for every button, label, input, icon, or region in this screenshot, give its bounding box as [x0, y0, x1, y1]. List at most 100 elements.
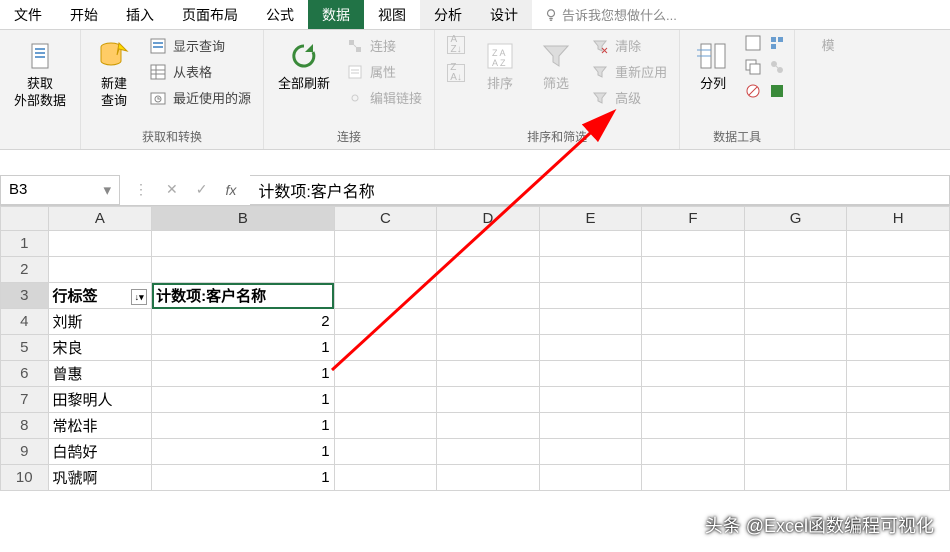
cancel-icon[interactable]: ✕: [166, 181, 178, 198]
tab-data[interactable]: 数据: [308, 0, 364, 29]
cell[interactable]: [744, 361, 847, 387]
cell[interactable]: [847, 439, 950, 465]
cell[interactable]: [334, 387, 437, 413]
cell[interactable]: [539, 231, 642, 257]
cell[interactable]: [437, 283, 540, 309]
cell[interactable]: [744, 387, 847, 413]
cell[interactable]: [334, 413, 437, 439]
row-header[interactable]: 2: [1, 257, 49, 283]
tab-layout[interactable]: 页面布局: [168, 0, 252, 29]
row-header[interactable]: 6: [1, 361, 49, 387]
edit-links-button[interactable]: 编辑链接: [342, 86, 426, 109]
tab-file[interactable]: 文件: [0, 0, 56, 29]
cell[interactable]: [334, 439, 437, 465]
row-header[interactable]: 3: [1, 283, 49, 309]
cell[interactable]: [539, 387, 642, 413]
cell[interactable]: 白鹄好: [48, 439, 152, 465]
fx-icon[interactable]: fx: [225, 182, 236, 198]
cell[interactable]: 计数项:客户名称: [152, 283, 334, 309]
cell[interactable]: 巩虢啊: [48, 465, 152, 491]
advanced-filter-button[interactable]: 高级: [587, 86, 671, 109]
cell[interactable]: [152, 231, 334, 257]
flash-fill-icon[interactable]: [744, 34, 762, 52]
col-header-D[interactable]: D: [437, 207, 540, 231]
connections-button[interactable]: 连接: [342, 34, 426, 57]
cell[interactable]: [334, 283, 437, 309]
cell[interactable]: [437, 387, 540, 413]
cell[interactable]: [539, 465, 642, 491]
sort-za-button[interactable]: ZA↓: [443, 62, 469, 84]
row-header[interactable]: 1: [1, 231, 49, 257]
col-header-G[interactable]: G: [744, 207, 847, 231]
cell[interactable]: [437, 413, 540, 439]
cell[interactable]: [744, 439, 847, 465]
relationships-icon[interactable]: [768, 58, 786, 76]
tab-view[interactable]: 视图: [364, 0, 420, 29]
cell[interactable]: [744, 231, 847, 257]
col-header-H[interactable]: H: [847, 207, 950, 231]
row-header[interactable]: 5: [1, 335, 49, 361]
row-header[interactable]: 4: [1, 309, 49, 335]
cell[interactable]: [642, 283, 744, 309]
row-header[interactable]: 9: [1, 439, 49, 465]
cell[interactable]: [152, 257, 334, 283]
cell[interactable]: 曾惠: [48, 361, 152, 387]
cell[interactable]: [48, 231, 152, 257]
cell[interactable]: [642, 439, 744, 465]
cell[interactable]: [744, 413, 847, 439]
tab-home[interactable]: 开始: [56, 0, 112, 29]
cell[interactable]: [334, 335, 437, 361]
recent-sources-button[interactable]: 最近使用的源: [145, 86, 255, 109]
new-query-button[interactable]: 新建 查询: [89, 34, 139, 114]
cell[interactable]: [744, 309, 847, 335]
cell[interactable]: [437, 465, 540, 491]
cell[interactable]: [539, 283, 642, 309]
cell[interactable]: [642, 335, 744, 361]
col-header-F[interactable]: F: [642, 207, 744, 231]
cell[interactable]: [48, 257, 152, 283]
from-table-button[interactable]: 从表格: [145, 60, 255, 83]
tab-analyze[interactable]: 分析: [420, 0, 476, 29]
cell[interactable]: 1: [152, 413, 334, 439]
cell[interactable]: [847, 387, 950, 413]
cell[interactable]: 宋良: [48, 335, 152, 361]
cell[interactable]: 行标签↓▾: [48, 283, 152, 309]
cell[interactable]: [642, 309, 744, 335]
cell[interactable]: [539, 361, 642, 387]
cell[interactable]: [642, 413, 744, 439]
cell[interactable]: [334, 465, 437, 491]
cell[interactable]: [847, 465, 950, 491]
cell[interactable]: [437, 335, 540, 361]
get-external-data-button[interactable]: 获取 外部数据: [8, 34, 72, 114]
cell[interactable]: 1: [152, 439, 334, 465]
consolidate-icon[interactable]: [768, 34, 786, 52]
col-header-A[interactable]: A: [48, 207, 152, 231]
cell[interactable]: [847, 231, 950, 257]
cell[interactable]: [642, 231, 744, 257]
manage-model-icon[interactable]: [768, 82, 786, 100]
formula-input[interactable]: 计数项:客户名称: [250, 175, 950, 205]
show-queries-button[interactable]: 显示查询: [145, 34, 255, 57]
cell[interactable]: [437, 361, 540, 387]
cell[interactable]: [642, 387, 744, 413]
tab-insert[interactable]: 插入: [112, 0, 168, 29]
cell[interactable]: [539, 309, 642, 335]
cell[interactable]: [334, 309, 437, 335]
cell[interactable]: 1: [152, 387, 334, 413]
cell[interactable]: 1: [152, 361, 334, 387]
cell[interactable]: [847, 361, 950, 387]
cell[interactable]: [334, 231, 437, 257]
cell[interactable]: [539, 439, 642, 465]
cell[interactable]: [334, 361, 437, 387]
tab-design[interactable]: 设计: [476, 0, 532, 29]
partial-button[interactable]: 模: [803, 34, 853, 59]
cell[interactable]: [847, 283, 950, 309]
tell-me-search[interactable]: 告诉我您想做什么...: [532, 0, 677, 29]
pivot-filter-button[interactable]: ↓▾: [131, 289, 147, 305]
col-header-C[interactable]: C: [334, 207, 437, 231]
accept-icon[interactable]: ✓: [196, 181, 208, 198]
cell[interactable]: [847, 413, 950, 439]
row-header[interactable]: 7: [1, 387, 49, 413]
cell[interactable]: [744, 465, 847, 491]
cell[interactable]: [847, 335, 950, 361]
